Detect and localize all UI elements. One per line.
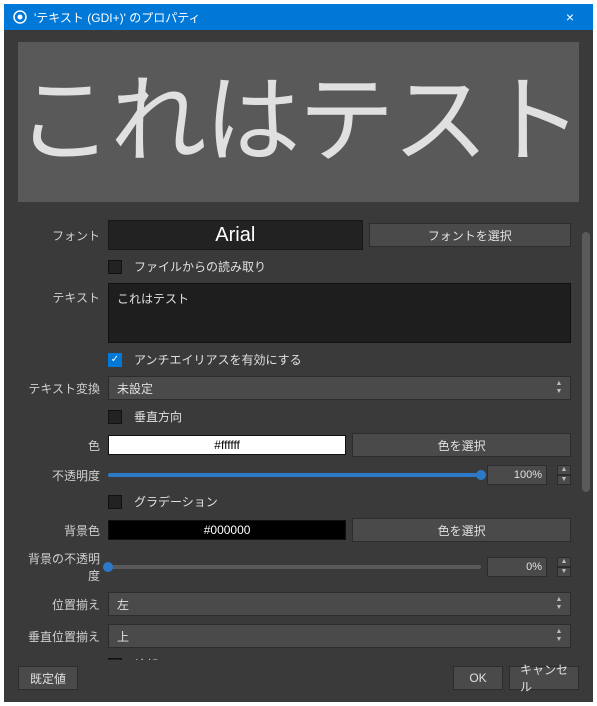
vertical-label: 垂直方向 — [134, 408, 182, 425]
antialias-checkbox[interactable] — [108, 353, 122, 367]
scrollbar[interactable] — [581, 42, 591, 654]
window-title: 'テキスト (GDI+)' のプロパティ — [34, 9, 555, 26]
close-button[interactable]: × — [555, 9, 585, 25]
read-from-file-label: ファイルからの読み取り — [134, 258, 266, 275]
valign-label: 垂直位置揃え — [18, 628, 108, 645]
read-from-file-checkbox[interactable] — [108, 260, 122, 274]
content-area: これはテスト フォント Arial フォントを選択 ファイルからの読み取り テキ… — [4, 30, 593, 702]
opacity-spin-buttons[interactable]: ▲▼ — [557, 465, 571, 485]
form-area: フォント Arial フォントを選択 ファイルからの読み取り テキスト — [18, 220, 579, 660]
bg-opacity-slider[interactable] — [108, 557, 481, 577]
scrollbar-thumb[interactable] — [582, 232, 590, 492]
updown-icon: ▲▼ — [552, 377, 566, 399]
bg-color-label: 背景色 — [18, 522, 108, 539]
bg-color-value: #000000 — [108, 520, 346, 540]
antialias-label: アンチエイリアスを有効にする — [134, 351, 302, 368]
opacity-slider[interactable] — [108, 465, 481, 485]
valign-select[interactable]: 上 ▲▼ — [108, 624, 571, 648]
cancel-button[interactable]: キャンセル — [509, 666, 579, 690]
select-bg-color-button[interactable]: 色を選択 — [352, 518, 571, 542]
transform-label: テキスト変換 — [18, 380, 108, 397]
color-value: #ffffff — [108, 435, 346, 455]
vertical-checkbox[interactable] — [108, 410, 122, 424]
opacity-spinner[interactable]: 100% — [487, 465, 547, 485]
bg-opacity-spinner[interactable]: 0% — [487, 557, 547, 577]
select-font-button[interactable]: フォントを選択 — [369, 223, 571, 247]
titlebar: 'テキスト (GDI+)' のプロパティ × — [4, 4, 593, 30]
defaults-button[interactable]: 既定値 — [18, 666, 78, 690]
updown-icon: ▲▼ — [552, 625, 566, 647]
align-label: 位置揃え — [18, 596, 108, 613]
footer: 既定値 OK キャンセル — [18, 660, 579, 692]
gradient-label: グラデーション — [134, 493, 218, 510]
font-label: フォント — [18, 227, 108, 244]
gradient-checkbox[interactable] — [108, 495, 122, 509]
app-icon — [12, 9, 28, 25]
font-display: Arial — [108, 220, 363, 250]
text-label: テキスト — [18, 283, 108, 306]
properties-window: 'テキスト (GDI+)' のプロパティ × これはテスト フォント Arial… — [4, 4, 593, 702]
bg-opacity-label: 背景の不透明度 — [18, 550, 108, 584]
opacity-label: 不透明度 — [18, 467, 108, 484]
select-color-button[interactable]: 色を選択 — [352, 433, 571, 457]
color-label: 色 — [18, 437, 108, 454]
align-select[interactable]: 左 ▲▼ — [108, 592, 571, 616]
text-input[interactable] — [108, 283, 571, 343]
bg-opacity-spin-buttons[interactable]: ▲▼ — [557, 557, 571, 577]
ok-button[interactable]: OK — [453, 666, 503, 690]
transform-select[interactable]: 未設定 ▲▼ — [108, 376, 571, 400]
updown-icon: ▲▼ — [552, 593, 566, 615]
text-preview: これはテスト — [18, 42, 579, 202]
